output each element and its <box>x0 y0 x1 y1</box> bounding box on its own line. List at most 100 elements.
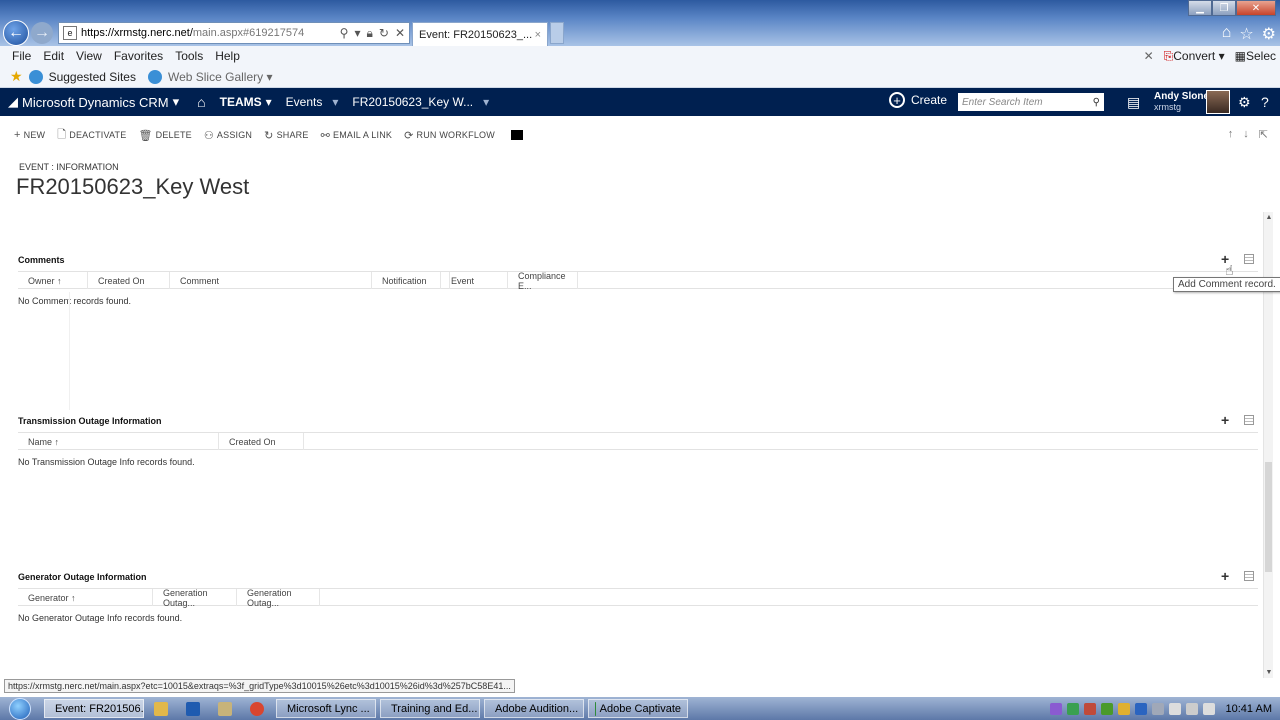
search-icon[interactable]: ⚲ <box>340 26 349 41</box>
grid-view-icon[interactable] <box>1244 254 1254 264</box>
outlook-pin[interactable] <box>178 699 208 718</box>
scroll-down-icon[interactable]: ▼ <box>1264 669 1274 676</box>
web-slice-gallery-link[interactable]: Web Slice Gallery ▾ <box>168 70 273 84</box>
tray-icon[interactable] <box>1066 702 1079 715</box>
tray-icon[interactable] <box>1100 702 1113 715</box>
tray-icon[interactable] <box>1117 702 1130 715</box>
grid-view-icon[interactable] <box>1244 571 1254 581</box>
taskbar-item-captivate[interactable]: Adobe Captivate <box>588 699 688 718</box>
create-button[interactable]: + Create <box>889 92 947 108</box>
bluetooth-icon[interactable] <box>1134 702 1147 715</box>
column-header[interactable]: Created On <box>219 433 304 450</box>
column-header[interactable]: Generation Outag... <box>153 588 237 608</box>
column-header[interactable]: Name ↑ <box>18 433 219 450</box>
close-menubar-icon[interactable]: ✕ <box>1144 49 1154 63</box>
plus-circle-icon: + <box>889 92 905 108</box>
favorites-star-icon[interactable]: ★ <box>10 68 23 85</box>
next-record-icon[interactable]: ↓ <box>1243 128 1249 141</box>
close-tab-icon[interactable]: × <box>535 29 547 41</box>
nav-events-dropdown[interactable]: ▾ <box>332 95 338 109</box>
flag-icon[interactable] <box>1168 702 1181 715</box>
add-transmission-button[interactable]: + <box>1221 412 1229 428</box>
explorer-pin[interactable] <box>146 699 176 718</box>
nav-teams[interactable]: TEAMS ▾ <box>220 95 272 109</box>
new-button[interactable]: + NEW <box>14 129 45 141</box>
back-button[interactable]: ← <box>3 20 29 46</box>
tray-icon[interactable] <box>1151 702 1164 715</box>
menu-tools[interactable]: Tools <box>175 49 203 63</box>
lock-icon[interactable]: 🔒︎ <box>366 26 372 41</box>
nav-record-dropdown[interactable]: ▾ <box>483 95 489 109</box>
app-icon <box>218 701 232 716</box>
crm-app-menu[interactable]: ◢ Microsoft Dynamics CRM ▾ <box>0 94 179 110</box>
select-button[interactable]: ▦Selec <box>1235 49 1276 63</box>
tray-icon[interactable] <box>1049 702 1062 715</box>
menu-file[interactable]: File <box>12 49 31 63</box>
delete-button[interactable]: 🗑︎ DELETE <box>138 129 191 142</box>
share-button[interactable]: ↻ SHARE <box>264 129 308 142</box>
taskbar-item-ie[interactable]: Event: FR201506... <box>44 699 144 718</box>
new-tab-button[interactable] <box>550 22 564 44</box>
add-generator-button[interactable]: + <box>1221 568 1229 584</box>
avatar[interactable] <box>1206 90 1230 114</box>
nav-record[interactable]: FR20150623_Key W... <box>352 95 473 109</box>
dropdown-icon[interactable]: ▾ <box>354 26 360 41</box>
window-close-button[interactable]: ✕ <box>1236 0 1276 16</box>
taskbar-item-pdf[interactable]: Training and Ed... <box>380 699 480 718</box>
convert-button[interactable]: ⎘Convert ▾ <box>1164 49 1225 64</box>
grid-view-icon[interactable] <box>1244 415 1254 425</box>
browser-tab-active[interactable]: Event: FR20150623_... × <box>412 22 548 46</box>
taskbar-item-lync[interactable]: Microsoft Lync ... <box>276 699 376 718</box>
search-icon[interactable]: ⚲ <box>1093 97 1104 108</box>
advanced-find-icon[interactable]: ▤ <box>1127 94 1140 111</box>
taskbar-clock[interactable]: 10:41 AM <box>1226 703 1272 715</box>
forward-button[interactable]: → <box>31 22 53 44</box>
tray-icon[interactable] <box>1083 702 1096 715</box>
volume-icon[interactable] <box>1202 702 1215 715</box>
menu-favorites[interactable]: Favorites <box>114 49 163 63</box>
column-header[interactable]: Created On <box>88 272 170 289</box>
menu-edit[interactable]: Edit <box>43 49 64 63</box>
search-input[interactable]: Enter Search Item ⚲ <box>958 93 1104 111</box>
nav-events[interactable]: Events <box>286 95 323 109</box>
start-button[interactable] <box>0 697 40 720</box>
column-header[interactable]: Event <box>440 272 508 289</box>
stop-icon[interactable]: ✕ <box>395 26 405 41</box>
previous-record-icon[interactable]: ↑ <box>1228 128 1234 141</box>
address-bar[interactable]: e https://xrmstg.nerc.net/ main.aspx#619… <box>58 22 410 44</box>
taskbar-item-audition[interactable]: Adobe Audition... <box>484 699 584 718</box>
menu-help[interactable]: Help <box>215 49 240 63</box>
home-icon[interactable]: ⌂ <box>1222 24 1232 44</box>
more-commands-icon[interactable] <box>510 130 523 140</box>
column-header[interactable]: Comment <box>170 272 372 289</box>
folder-icon <box>154 701 168 716</box>
app-pin[interactable] <box>210 699 240 718</box>
assign-button[interactable]: ⚇ ASSIGN <box>204 129 252 142</box>
column-header[interactable]: Compliance E... <box>508 271 578 291</box>
scroll-thumb[interactable] <box>1265 462 1272 572</box>
home-icon[interactable]: ⌂ <box>197 94 205 110</box>
help-icon[interactable]: ? <box>1261 94 1269 110</box>
menu-view[interactable]: View <box>76 49 102 63</box>
gear-icon[interactable]: ⚙ <box>1238 94 1251 111</box>
email-link-button[interactable]: ⚯ EMAIL A LINK <box>321 129 393 142</box>
tools-gear-icon[interactable]: ⚙ <box>1262 24 1276 44</box>
deactivate-button[interactable]: 🗋︎ DEACTIVATE <box>57 126 126 145</box>
popout-icon[interactable]: ⇱ <box>1259 128 1268 141</box>
network-icon[interactable] <box>1185 702 1198 715</box>
scroll-up-icon[interactable]: ▲ <box>1264 214 1274 221</box>
column-header[interactable]: Owner ↑ <box>18 272 88 289</box>
minimize-button[interactable]: ▁ <box>1188 0 1212 16</box>
chrome-pin[interactable] <box>242 699 272 718</box>
column-header[interactable]: Generator ↑ <box>18 589 153 606</box>
run-workflow-button[interactable]: ⟳ RUN WORKFLOW <box>404 129 495 142</box>
refresh-icon[interactable]: ↻ <box>379 26 389 41</box>
column-header[interactable]: Notification <box>372 272 450 289</box>
user-info[interactable]: Andy Slone xrmstg <box>1154 91 1209 113</box>
suggested-sites-link[interactable]: Suggested Sites <box>49 70 136 84</box>
column-header[interactable]: Generation Outag... <box>237 588 320 608</box>
maximize-button[interactable]: ❐ <box>1212 0 1236 16</box>
favorites-star-icon[interactable]: ☆ <box>1239 24 1253 44</box>
system-tray: 10:41 AM <box>1049 702 1280 715</box>
crm-navbar: ◢ Microsoft Dynamics CRM ▾ ⌂ TEAMS ▾ Eve… <box>0 88 1280 116</box>
